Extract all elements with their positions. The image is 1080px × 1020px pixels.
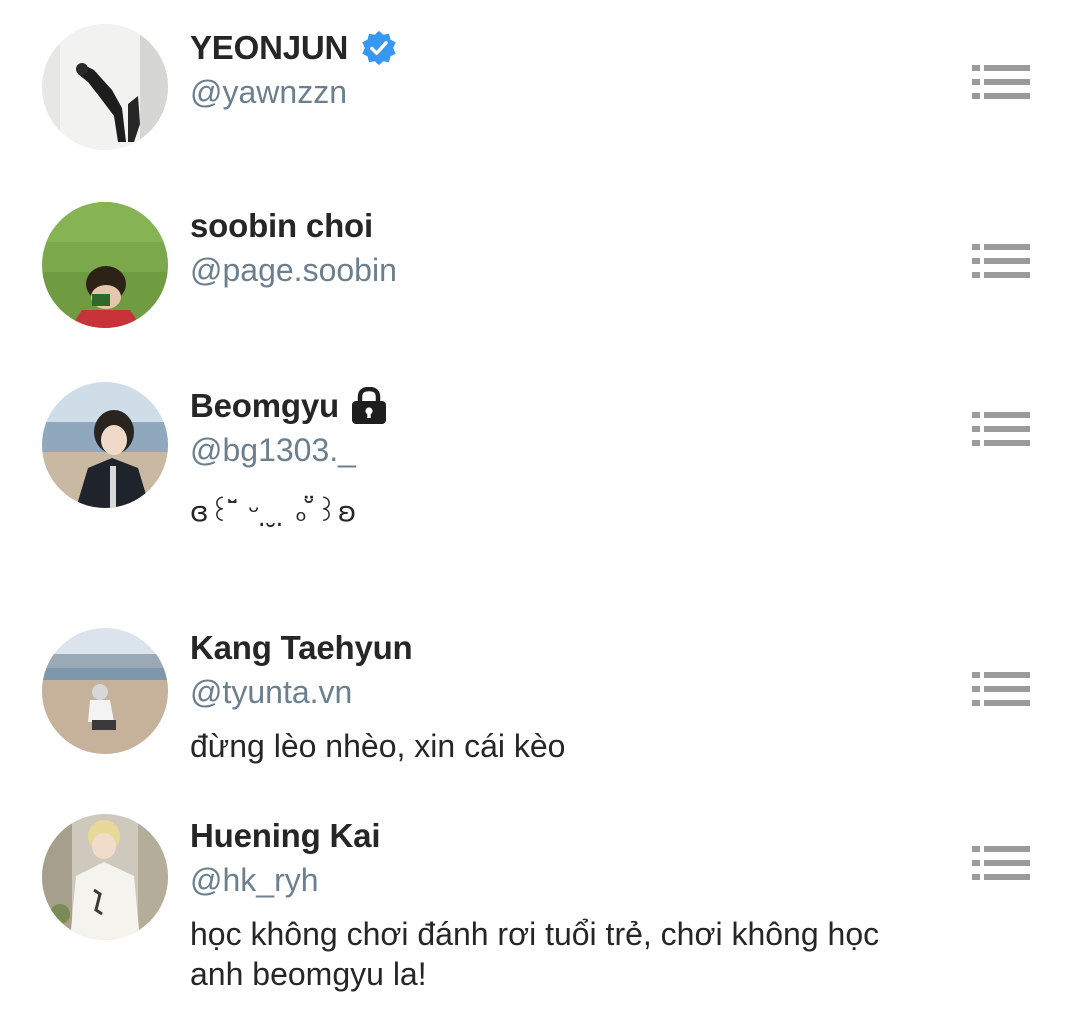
- user-row-beomgyu[interactable]: Beomgyu @bg1303._ ɞ꒰ ̆̈ ᵕ ̣ ̮ ̣ ₒ ̆̈꒱ʚ: [0, 360, 1080, 610]
- avatar[interactable]: [42, 382, 168, 508]
- user-bio: ɞ꒰ ̆̈ ᵕ ̣ ̮ ̣ ₒ ̆̈꒱ʚ: [190, 495, 357, 528]
- list-menu-button[interactable]: [972, 846, 1030, 880]
- lock-icon: [351, 387, 387, 425]
- list-icon: [972, 672, 1030, 706]
- following-list: YEONJUN @yawnzzn soobin choi @page.soobi…: [0, 0, 1080, 1020]
- user-bio: học không chơi đánh rơi tuổi trẻ, chơi k…: [190, 916, 880, 992]
- username-handle[interactable]: @tyunta.vn: [190, 670, 960, 714]
- avatar[interactable]: [42, 24, 168, 150]
- display-name[interactable]: Huening Kai: [190, 817, 381, 855]
- verified-icon: [360, 29, 398, 67]
- display-name[interactable]: Beomgyu: [190, 387, 339, 425]
- user-bio: đừng lèo nhèo, xin cái kèo: [190, 728, 566, 764]
- display-name[interactable]: Kang Taehyun: [190, 629, 413, 667]
- list-icon: [972, 244, 1030, 278]
- user-row-taehyun[interactable]: Kang Taehyun @tyunta.vn đừng lèo nhèo, x…: [0, 610, 1080, 800]
- list-icon: [972, 65, 1030, 99]
- list-menu-button[interactable]: [972, 244, 1030, 278]
- username-handle[interactable]: @yawnzzn: [190, 70, 960, 114]
- list-menu-button[interactable]: [972, 412, 1030, 446]
- username-handle[interactable]: @bg1303._: [190, 428, 960, 472]
- display-name[interactable]: YEONJUN: [190, 29, 348, 67]
- avatar[interactable]: [42, 628, 168, 754]
- username-handle[interactable]: @hk_ryh: [190, 858, 960, 902]
- avatar[interactable]: [42, 814, 168, 940]
- user-row-yeonjun[interactable]: YEONJUN @yawnzzn: [0, 0, 1080, 180]
- display-name[interactable]: soobin choi: [190, 207, 373, 245]
- list-menu-button[interactable]: [972, 672, 1030, 706]
- avatar[interactable]: [42, 202, 168, 328]
- user-row-soobin[interactable]: soobin choi @page.soobin: [0, 180, 1080, 360]
- username-handle[interactable]: @page.soobin: [190, 248, 960, 292]
- user-row-hueningkai[interactable]: Huening Kai @hk_ryh học không chơi đánh …: [0, 800, 1080, 1020]
- list-menu-button[interactable]: [972, 65, 1030, 99]
- list-icon: [972, 412, 1030, 446]
- list-icon: [972, 846, 1030, 880]
